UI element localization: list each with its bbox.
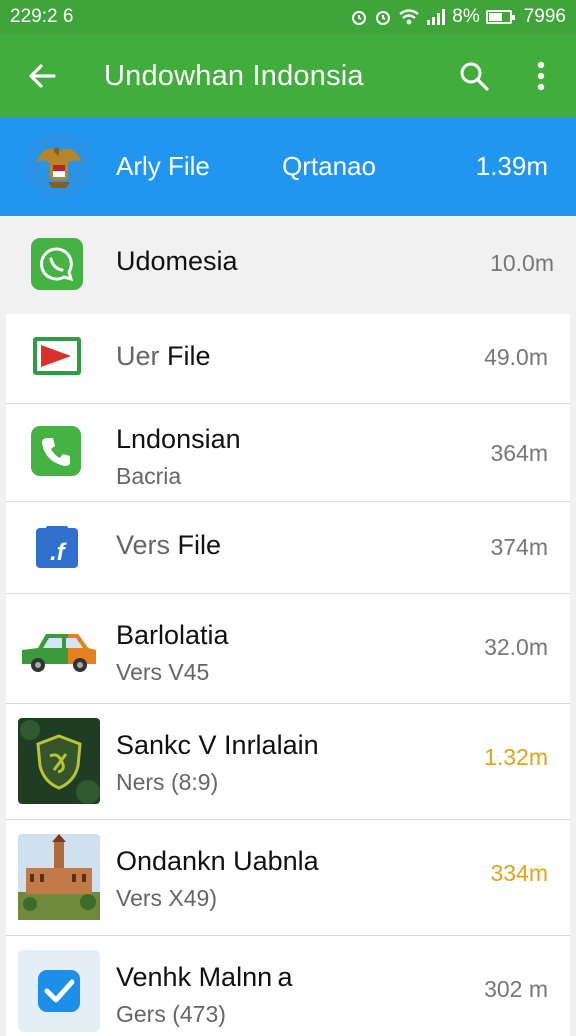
item-name: File xyxy=(167,341,211,371)
list-item[interactable]: Lndonsian Bacria 364m xyxy=(6,404,570,502)
car-icon xyxy=(18,630,100,674)
back-button[interactable] xyxy=(0,34,84,118)
search-icon xyxy=(460,62,489,91)
phone-icon xyxy=(31,426,81,476)
shield-icon xyxy=(18,718,100,804)
item-size: 364m xyxy=(490,440,548,466)
flag-icon xyxy=(33,337,81,375)
app-title: Undowhan Indonsia xyxy=(104,59,364,92)
list-item[interactable]: Ondankn Uabnla Vers X49) 334m xyxy=(6,820,570,936)
garuda-emblem-icon xyxy=(26,132,92,198)
item-subtitle: Ners (8:9) xyxy=(116,769,219,795)
tab-size-label: 1.39m xyxy=(475,151,548,181)
item-size: 49.0m xyxy=(484,344,548,370)
status-bar: 229:2 6 8% 7996 xyxy=(0,0,576,34)
status-time: 229:2 6 xyxy=(10,6,74,27)
item-name: Ondankn Uabnla xyxy=(116,846,319,876)
item-name: Lndonsian xyxy=(116,424,241,454)
tab-qrtanao[interactable]: Qrtanao xyxy=(282,151,376,182)
overflow-menu-button[interactable] xyxy=(506,34,576,118)
item-size: 374m xyxy=(490,534,548,560)
back-arrow-icon xyxy=(29,64,56,88)
list-item[interactable]: Sankc V Inrlalain Ners (8:9) 1.32m xyxy=(6,704,570,820)
alarm-icon-2 xyxy=(374,8,392,26)
item-name: Udomesia xyxy=(116,246,238,276)
more-vert-icon xyxy=(537,61,545,91)
svg-text:.f: .f xyxy=(50,539,67,566)
item-name: Venhk Malnn a xyxy=(116,962,293,992)
item-subtitle: Vers X49) xyxy=(116,885,217,911)
search-button[interactable] xyxy=(442,34,506,118)
alarm-icon xyxy=(350,8,368,26)
battery-icon xyxy=(485,10,515,24)
item-name: Barlolatia xyxy=(116,620,229,650)
whatsapp-icon xyxy=(31,238,83,290)
tab-arly-file[interactable]: Arly File xyxy=(116,151,210,182)
item-size: 32.0m xyxy=(484,634,548,660)
item-size: 334m xyxy=(490,860,548,886)
building-photo xyxy=(18,834,100,920)
signal-icon xyxy=(426,8,446,26)
item-size: 10.0m xyxy=(490,250,554,276)
list-item[interactable]: Venhk Malnn a Gers (473) 302 m xyxy=(6,936,570,1036)
check-icon xyxy=(18,950,100,1032)
item-name: File xyxy=(177,530,222,560)
tab-bar: Arly File Qrtanao 1.39m xyxy=(0,118,576,333)
item-size: 1.32m xyxy=(484,744,548,770)
list-item[interactable]: .f Vers File 374m xyxy=(6,502,570,594)
app-bar: Undowhan Indonsia xyxy=(0,34,576,118)
list-item[interactable]: Uer File 49.0m xyxy=(6,314,570,404)
item-subtitle: Bacria xyxy=(116,463,182,489)
facebook-icon: .f xyxy=(36,526,78,568)
item-subtitle: Vers V45 xyxy=(116,659,210,685)
list-item[interactable]: Barlolatia Vers V45 32.0m xyxy=(6,594,570,704)
status-icons: 8% 7996 xyxy=(350,6,566,28)
item-name-prefix: Uer xyxy=(116,341,160,371)
battery-percent: 8% xyxy=(452,6,480,27)
list-item[interactable]: Udomesia 10.0m xyxy=(0,216,576,312)
item-name: Sankc V Inrlalain xyxy=(116,730,319,760)
status-clock-right: 7996 xyxy=(523,6,566,27)
item-size: 302 m xyxy=(484,976,548,1002)
wifi-icon xyxy=(398,8,420,26)
item-name-prefix: Vers xyxy=(116,530,171,560)
